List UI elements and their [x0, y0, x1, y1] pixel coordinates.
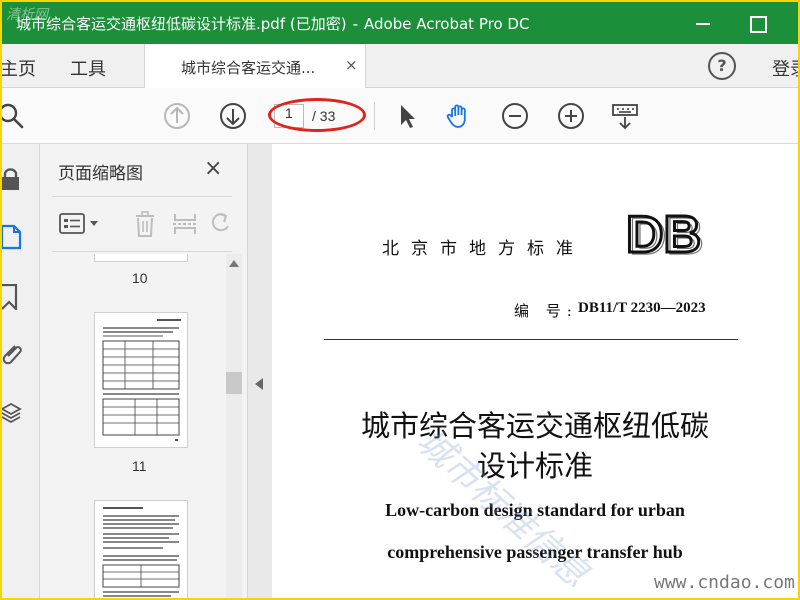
standard-organization: 北京市地方标准 — [382, 239, 585, 259]
extract-pages-icon[interactable] — [170, 210, 200, 238]
standard-number: DB11/T 2230—2023 — [578, 300, 706, 316]
db-logo: DB DB — [625, 206, 705, 258]
highlight-ellipse — [268, 98, 366, 132]
app-name: Adobe Acrobat Pro DC — [364, 15, 530, 33]
keyboard-tool-icon[interactable] — [610, 101, 640, 131]
maximize-button[interactable] — [746, 10, 772, 36]
panel-divider — [52, 196, 232, 197]
document-title-line-1: 城市综合客运交通枢纽低碳 — [360, 409, 709, 443]
close-tab-icon[interactable]: × — [345, 56, 358, 74]
bookmark-icon[interactable] — [2, 284, 26, 310]
header-rule — [324, 339, 738, 340]
page-thumbnails-icon[interactable] — [2, 224, 26, 250]
help-icon[interactable]: ? — [708, 52, 736, 80]
panel-toolbar — [40, 200, 248, 250]
zoom-in-icon[interactable] — [556, 101, 586, 131]
attachment-icon[interactable] — [2, 340, 26, 366]
search-icon[interactable] — [2, 101, 26, 131]
zoom-out-icon[interactable] — [500, 101, 530, 131]
tab-home[interactable]: 主页 — [2, 55, 36, 81]
options-menu-icon[interactable] — [56, 210, 104, 238]
rotate-icon[interactable] — [210, 210, 232, 238]
panel-collapse-handle[interactable] — [248, 144, 272, 598]
document-filename: 城市综合客运交通枢纽低碳设计标准.pdf (已加密) — [16, 15, 347, 33]
acrobat-window: 清析网 城市综合客运交通枢纽低碳设计标准.pdf (已加密) - Adobe Acr… — [2, 2, 798, 598]
thumbnail-scrollbar[interactable] — [226, 254, 242, 598]
thumbnail-list: 10 11 — [40, 254, 226, 598]
thumbnail-preview — [102, 319, 181, 441]
select-cursor-icon[interactable] — [392, 101, 422, 131]
document-title: 城市综合客运交通枢纽低碳 设计标准 — [272, 406, 798, 486]
scrollbar-thumb[interactable] — [226, 372, 242, 394]
site-watermark: www.cndao.com — [654, 572, 795, 593]
document-tab[interactable]: 城市综合客运交通... × — [144, 44, 366, 88]
left-rail — [2, 144, 40, 598]
delete-icon[interactable] — [130, 210, 160, 238]
window-title: 城市综合客运交通枢纽低碳设计标准.pdf (已加密) - Adobe Acrobat… — [16, 13, 529, 34]
toolbar: 1 / 33 — [2, 88, 798, 144]
scroll-up-arrow-icon[interactable] — [229, 260, 239, 267]
hand-tool-icon[interactable] — [444, 101, 474, 131]
page-thumbnail[interactable] — [94, 500, 188, 598]
minimize-button[interactable] — [692, 10, 718, 36]
collapse-arrow-icon[interactable] — [255, 378, 263, 390]
menu-bar: 主页 工具 城市综合客运交通... × ? 登录 — [2, 44, 798, 88]
page-thumbnail[interactable] — [94, 254, 188, 262]
thumbnail-label: 10 — [132, 270, 148, 286]
tab-tools[interactable]: 工具 — [70, 55, 106, 81]
close-panel-icon[interactable]: × — [204, 156, 222, 181]
standard-number-label: 编 号: — [514, 302, 578, 320]
next-page-icon[interactable] — [218, 101, 248, 131]
signin-button[interactable]: 登录 — [772, 55, 798, 81]
db-logo-shadow: DB — [629, 208, 704, 258]
layers-icon[interactable] — [2, 400, 26, 426]
document-page: 北京市地方标准 DB DB 编 号: DB11/T 2230—2023 城市综合… — [272, 144, 798, 598]
thumbnails-panel: 页面缩略图 × 10 11 — [40, 144, 248, 598]
toolbar-divider — [374, 102, 375, 130]
lock-icon[interactable] — [2, 166, 26, 192]
previous-page-icon[interactable] — [162, 101, 192, 131]
thumbnail-label: 11 — [132, 458, 147, 474]
page-thumbnail[interactable] — [94, 312, 188, 448]
document-tab-label: 城市综合客运交通... — [181, 59, 316, 77]
title-separator: - — [352, 15, 358, 33]
document-title-line-2: 设计标准 — [476, 449, 593, 483]
thumbnail-preview — [102, 507, 180, 597]
panel-divider-2 — [52, 251, 232, 252]
panel-title: 页面缩略图 — [58, 164, 143, 184]
title-bar: 清析网 城市综合客运交通枢纽低碳设计标准.pdf (已加密) - Adobe Acr… — [2, 2, 798, 44]
